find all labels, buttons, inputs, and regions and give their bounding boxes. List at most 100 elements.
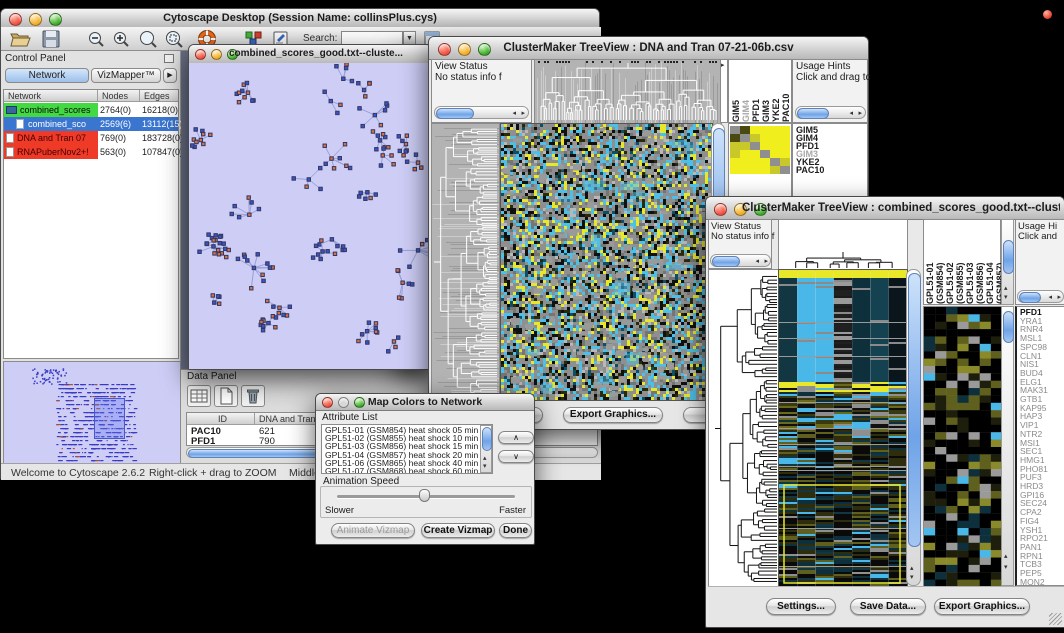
- column-label[interactable]: PFD1: [751, 62, 761, 122]
- move-down-button[interactable]: ∨: [498, 450, 534, 463]
- network-row-rnapubernov2[interactable]: RNAPuberNov2+! 563(0) 107847(0): [4, 145, 178, 159]
- zoom-out-icon[interactable]: [86, 30, 106, 48]
- export-graphics-button[interactable]: Export Graphics...: [934, 598, 1030, 615]
- search-label: Search:: [303, 33, 337, 44]
- scroll-left-arrow[interactable]: ◂: [849, 109, 853, 118]
- scroll-right-arrow[interactable]: ▸: [858, 109, 862, 118]
- open-session-icon[interactable]: [9, 30, 31, 48]
- treeview2-titlebar[interactable]: ClusterMaker TreeView : combined_scores_…: [706, 197, 1064, 220]
- zoom-fit-icon[interactable]: [137, 30, 159, 48]
- row-value[interactable]: 790: [259, 436, 275, 447]
- id-column-header[interactable]: ID: [187, 413, 255, 425]
- scroll-down-arrow[interactable]: ▾: [1004, 563, 1008, 572]
- tv1-view-status-panel: View Status No status info f ◂ ▸: [431, 59, 532, 123]
- column-label[interactable]: YKE2: [771, 62, 781, 122]
- tv1-heatmap[interactable]: [500, 123, 713, 401]
- scroll-down-arrow[interactable]: ▾: [910, 573, 914, 582]
- tv2-zoom-heatmap[interactable]: [923, 306, 1003, 588]
- datapanel-trash-icon[interactable]: [241, 385, 265, 407]
- zoom-selected-icon[interactable]: [163, 30, 185, 48]
- expand-arrow[interactable]: ▸: [721, 61, 725, 70]
- attribute-item[interactable]: GPL51-07 (GSM868) heat shock 60 min: [322, 467, 492, 474]
- scroll-right-arrow[interactable]: ▸: [521, 109, 525, 118]
- scroll-up-arrow[interactable]: ▴: [1004, 552, 1008, 561]
- gene-label[interactable]: PAC10: [793, 166, 867, 174]
- column-label[interactable]: GIM3: [761, 62, 771, 122]
- datapanel-table-icon[interactable]: [187, 385, 211, 407]
- row-id[interactable]: PFD1: [191, 436, 215, 447]
- save-session-icon[interactable]: [41, 30, 61, 48]
- animation-speed-group: Slower Faster: [320, 486, 532, 518]
- tv2-row-dendrogram[interactable]: [708, 269, 780, 588]
- animate-vizmap-button[interactable]: Animate Vizmap: [331, 523, 415, 538]
- scroll-up-arrow[interactable]: ▴: [1004, 284, 1008, 293]
- tab-overflow-button[interactable]: ▶: [163, 68, 177, 83]
- column-label[interactable]: GPL51-01 (GSM854): [925, 222, 945, 304]
- network-view-titlebar[interactable]: combined_scores_good.txt--cluste...: [189, 45, 431, 64]
- tv1-zoom-matrix[interactable]: [730, 126, 790, 174]
- settings-button[interactable]: Settings...: [766, 598, 836, 615]
- create-vizmap-button[interactable]: Create Vizmap: [421, 523, 495, 538]
- tv2-collabel-vscrollbar[interactable]: ▴ ▾: [1001, 219, 1014, 305]
- column-header-edges[interactable]: Edges: [140, 90, 178, 102]
- network-canvas[interactable]: [189, 63, 431, 369]
- attribute-list[interactable]: GPL51-01 (GSM854) heat shock 05 minGPL51…: [321, 424, 493, 474]
- gene-label[interactable]: MON2: [1017, 578, 1064, 586]
- treeview1-titlebar[interactable]: ClusterMaker TreeView : DNA and Tran 07-…: [429, 37, 868, 60]
- scroll-left-arrow[interactable]: ◂: [512, 109, 516, 118]
- document-icon: [6, 147, 14, 157]
- scroll-left-arrow[interactable]: ◂: [1048, 293, 1052, 302]
- scroll-right-arrow[interactable]: ▸: [764, 257, 768, 266]
- scroll-down-arrow[interactable]: ▾: [483, 462, 487, 471]
- treeview2-window: ClusterMaker TreeView : combined_scores_…: [705, 196, 1064, 628]
- speed-slider-thumb[interactable]: [419, 489, 430, 502]
- scroll-up-arrow[interactable]: ▴: [910, 564, 914, 573]
- tv2-status-hscrollbar[interactable]: ◂ ▸: [710, 254, 771, 267]
- tv1-column-label-list[interactable]: GIM5GIM4PFD1GIM3YKE2PAC10: [729, 60, 791, 122]
- tv2-heatmap[interactable]: [778, 269, 908, 588]
- column-header-network[interactable]: Network: [4, 90, 98, 102]
- close-button[interactable]: [714, 203, 727, 216]
- scroll-left-arrow[interactable]: ◂: [755, 257, 759, 266]
- network-row-combined-sco-selected[interactable]: combined_sco 2569(6) 13112(15): [4, 117, 178, 131]
- resize-grip[interactable]: [1049, 613, 1062, 625]
- tv2-gene-list[interactable]: PFD1YRA1RNR4MSL1SPC98CLN1NIS1BUD4ELG1MAK…: [1015, 306, 1064, 586]
- tab-vizmapper[interactable]: VizMapper™: [91, 68, 161, 83]
- scroll-down-arrow[interactable]: ▾: [1004, 293, 1008, 302]
- column-label[interactable]: GIM4: [741, 62, 751, 122]
- birdseye-view-canvas[interactable]: [3, 361, 181, 471]
- tv1-hints-hscrollbar[interactable]: ◂ ▸: [795, 106, 866, 119]
- minimize-button[interactable]: [211, 49, 222, 60]
- tv2-column-label-list[interactable]: GPL51-01 (GSM854)GPL51-02 (GSM855)GPL51-…: [924, 220, 1000, 304]
- tv2-hints-hscrollbar[interactable]: ◂ ▸: [1017, 290, 1064, 303]
- tv1-status-hscrollbar[interactable]: ◂ ▸: [434, 106, 529, 119]
- column-label[interactable]: PAC10: [781, 62, 791, 122]
- column-label[interactable]: GIM5: [731, 62, 741, 122]
- attribute-list-vscrollbar[interactable]: ▴ ▾: [480, 425, 492, 473]
- float-panel-icon[interactable]: [164, 54, 174, 63]
- tab-network[interactable]: Network: [5, 68, 89, 83]
- column-label[interactable]: GPL51-02 (GSM855): [945, 222, 965, 304]
- network-row-dna-and-tran[interactable]: DNA and Tran 07 769(0) 183728(0): [4, 131, 178, 145]
- search-input[interactable]: [341, 31, 403, 45]
- datapanel-newdoc-icon[interactable]: [214, 385, 238, 407]
- scroll-right-arrow[interactable]: ▸: [1057, 293, 1061, 302]
- tv1-row-dendrogram[interactable]: [431, 123, 500, 401]
- column-label[interactable]: GPL51-03 (GSM856): [965, 222, 985, 304]
- move-up-button[interactable]: ∧: [498, 431, 534, 444]
- main-titlebar[interactable]: Cytoscape Desktop (Session Name: collins…: [1, 9, 599, 28]
- tv1-column-dendrogram[interactable]: [534, 59, 722, 125]
- done-button[interactable]: Done: [499, 523, 532, 538]
- save-data-button[interactable]: Save Data...: [850, 598, 926, 615]
- column-header-nodes[interactable]: Nodes: [98, 90, 140, 102]
- slower-label: Slower: [325, 505, 354, 516]
- tv2-column-dendrogram[interactable]: [778, 219, 908, 271]
- network-row-combined-scores[interactable]: combined_scores 2764(0) 16218(0): [4, 103, 178, 117]
- dialog-titlebar[interactable]: Map Colors to Network: [316, 394, 534, 411]
- tv2-genelist-vscrollbar[interactable]: ▴ ▾: [1001, 306, 1014, 586]
- search-dropdown-button[interactable]: ▼: [403, 31, 416, 45]
- export-graphics-button[interactable]: Export Graphics...: [563, 407, 663, 423]
- zoom-in-icon[interactable]: [111, 30, 131, 48]
- close-button[interactable]: [195, 49, 206, 60]
- tv2-heatmap-vscrollbar[interactable]: ▴ ▾: [906, 269, 921, 586]
